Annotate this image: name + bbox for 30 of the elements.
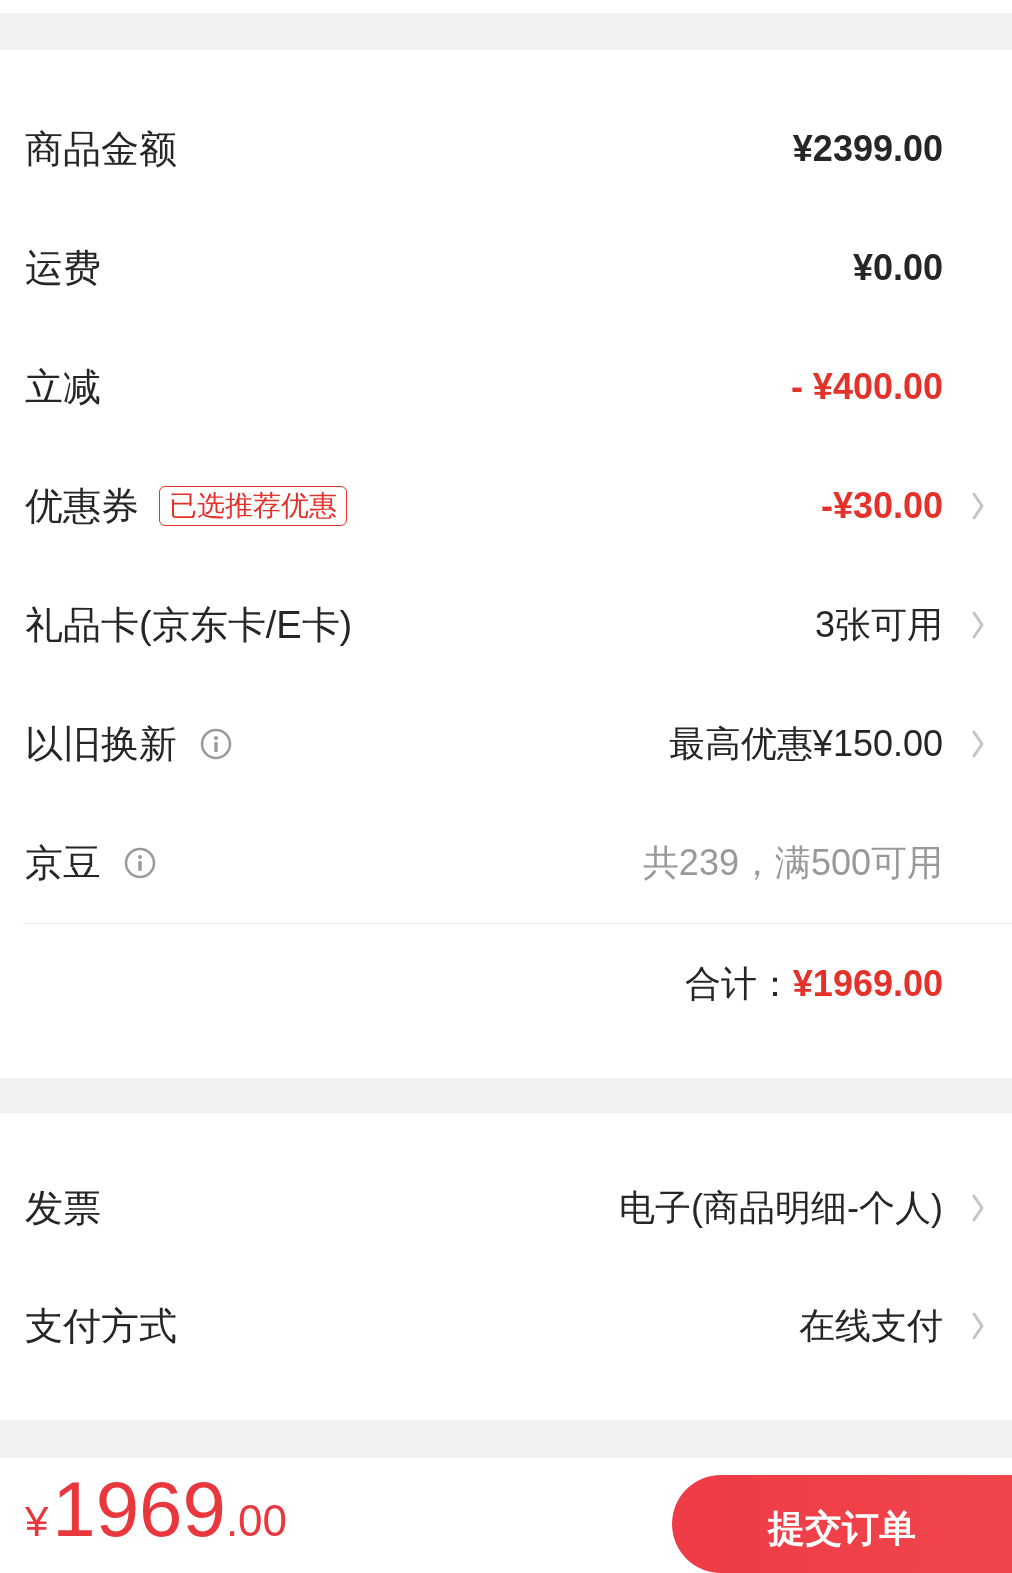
row-label: 优惠券: [25, 487, 139, 526]
info-icon[interactable]: [200, 728, 232, 761]
row-value: ¥2399.00: [792, 131, 943, 168]
chevron-icon[interactable]: [971, 730, 984, 759]
chevron-icon[interactable]: [971, 492, 984, 521]
submit-order-button[interactable]: 提交订单: [672, 1475, 1012, 1573]
order-total-price: ¥1969.00: [25, 1470, 288, 1548]
row-value: 共239，满500可用: [642, 845, 943, 882]
coupon-tag: 已选推荐优惠: [159, 486, 347, 527]
row-value: 在线支付: [799, 1308, 943, 1345]
row-label: 以旧换新: [25, 725, 177, 764]
row-label: 发票: [25, 1189, 101, 1228]
chevron-icon[interactable]: [971, 1194, 984, 1223]
row-label: 京豆: [25, 844, 101, 883]
row-value: ¥0.00: [852, 250, 943, 287]
chevron-icon[interactable]: [971, 611, 984, 640]
row-value: 3张可用: [814, 607, 943, 644]
row-label: 立减: [25, 368, 101, 407]
total-value: ¥1969.00: [792, 965, 943, 1002]
row-value: - ¥400.00: [790, 369, 943, 406]
row-label: 商品金额: [25, 130, 177, 169]
row-label: 运费: [25, 249, 101, 288]
row-value: -¥30.00: [820, 488, 943, 525]
info-icon[interactable]: [124, 847, 156, 880]
row-label: 礼品卡(京东卡/E卡): [25, 606, 353, 645]
total-label: 合计：: [684, 965, 793, 1002]
row-label: 支付方式: [25, 1307, 177, 1346]
chevron-icon[interactable]: [971, 1312, 984, 1341]
row-value: 电子(商品明细-个人): [619, 1190, 943, 1227]
row-value: 最高优惠¥150.00: [668, 726, 943, 763]
